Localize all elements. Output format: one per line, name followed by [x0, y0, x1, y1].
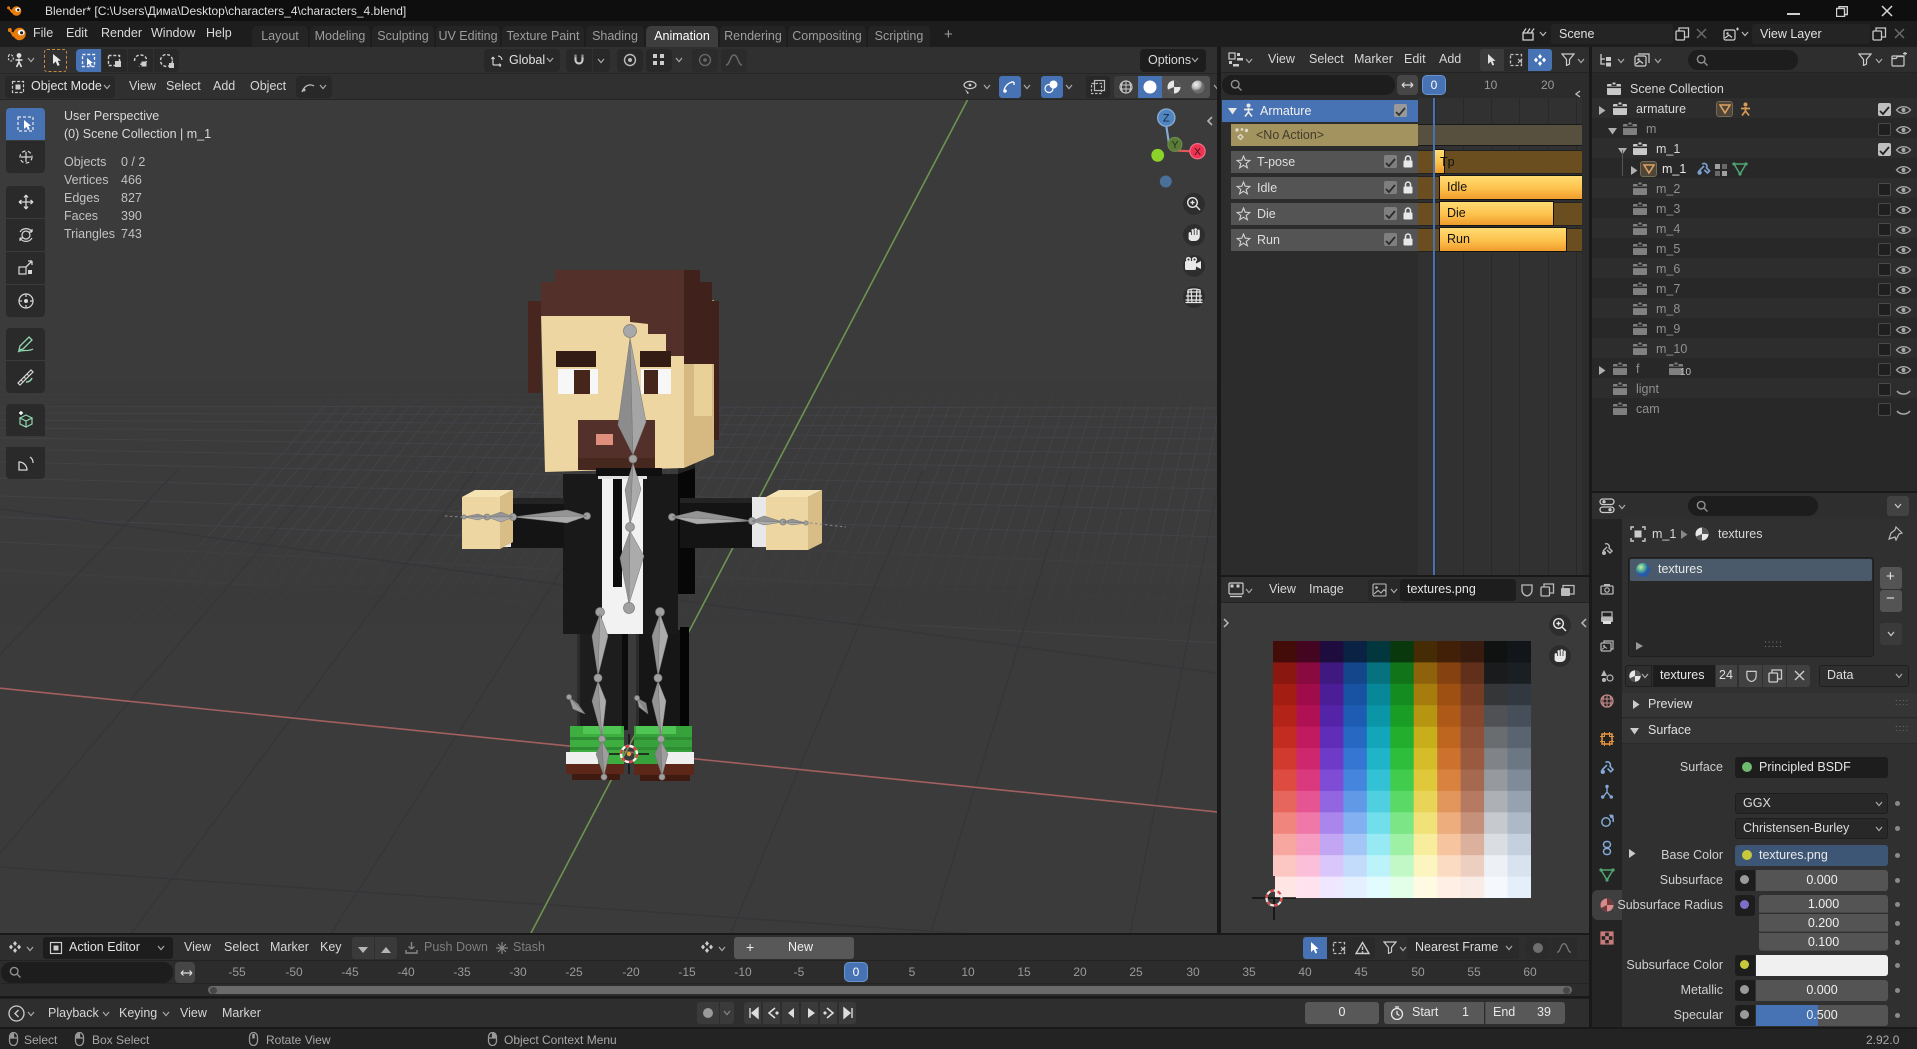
svg-text:X: X — [1194, 146, 1201, 158]
svg-text:Z: Z — [1163, 113, 1170, 125]
svg-text:Y: Y — [1172, 140, 1179, 151]
